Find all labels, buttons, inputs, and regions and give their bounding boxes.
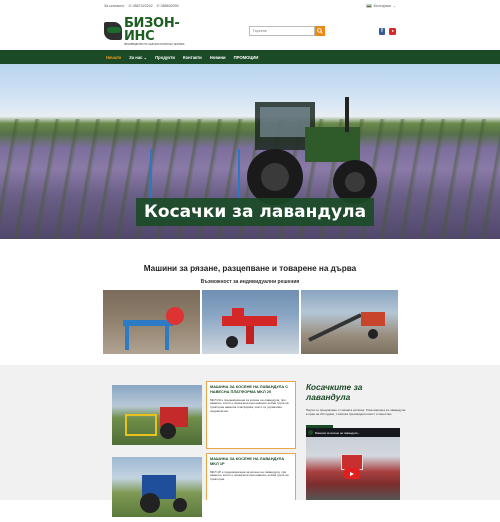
language-label: Български — [373, 4, 391, 8]
logo[interactable]: БИЗОН-ИНС ПРОИЗВОДСТВО НА СЕЛСКОСТОПАНСК… — [104, 17, 194, 46]
nav-item-products[interactable]: Продукти — [151, 55, 179, 60]
chevron-down-icon: ⌄ — [392, 4, 396, 8]
main-nav: Начало За нас ⌄ Продукти Контакти Новини… — [0, 50, 500, 64]
nav-item-promotions[interactable]: ПРОМОЦИИ — [230, 55, 263, 60]
nav-item-news[interactable]: Новини — [206, 55, 230, 60]
product-card-1[interactable]: МАШИНА ЗА КОСЕНЕ НА ЛАВАНДУЛА С НАВЕСНА … — [206, 381, 296, 449]
nav-item-about[interactable]: За нас ⌄ — [125, 55, 151, 60]
search-input[interactable] — [248, 26, 315, 36]
log-loader-illustration — [307, 312, 385, 342]
language-selector[interactable]: Български ⌄ — [365, 4, 396, 8]
phone-link-1[interactable]: ✆ 0887422242 — [129, 4, 153, 8]
gallery-photo-log-splitter[interactable] — [201, 290, 299, 354]
lavender-info-title: Косачките за лавандула — [306, 382, 363, 402]
top-contacts: За контакти: ✆ 0887422242 ✆ 088832090 — [104, 4, 179, 8]
log-splitter-illustration — [221, 308, 277, 348]
logo-text: БИЗОН-ИНС ПРОИЗВОДСТВО НА СЕЛСКОСТОПАНСК… — [124, 17, 194, 46]
header: БИЗОН-ИНС ПРОИЗВОДСТВО НА СЕЛСКОСТОПАНСК… — [0, 12, 500, 50]
product-card-text: MKЛ 1Р е предназначена за косене на лава… — [210, 469, 289, 482]
card-image-tractor-platform[interactable] — [112, 385, 202, 445]
tractor-platform-illustration — [125, 407, 188, 439]
tractor-image — [247, 97, 377, 205]
saw-machine-illustration — [122, 307, 184, 350]
product-card-title[interactable]: МАШИНА ЗА КОСЕНЕ НА ЛАВАНДУЛА MKЛ 1Р — [210, 456, 292, 467]
youtube-video-embed[interactable]: Машина за косене на лавандула... — [306, 428, 400, 500]
channel-avatar — [308, 430, 313, 435]
facebook-icon[interactable]: f — [379, 27, 385, 35]
search-box — [248, 26, 325, 36]
video-title: Машина за косене на лавандула... — [315, 430, 360, 435]
product-card-text: MKЛ 20 е предназначена за косене на лава… — [210, 397, 289, 413]
product-card-title[interactable]: МАШИНА ЗА КОСЕНЕ НА ЛАВАНДУЛА С НАВЕСНА … — [210, 384, 292, 395]
gallery-photo-log-loader[interactable] — [300, 290, 398, 354]
nav-item-contacts[interactable]: Контакти — [179, 55, 206, 60]
social-links: f — [379, 27, 396, 35]
blue-tractor-illustration — [140, 475, 187, 513]
logo-name: БИЗОН-ИНС — [123, 15, 180, 44]
play-icon[interactable] — [344, 468, 360, 479]
search-icon — [316, 28, 323, 34]
card-image-blue-tractor[interactable] — [112, 457, 202, 517]
bison-logo-icon — [104, 22, 122, 40]
lavender-info-text: Научи се предлагаме от нашата косачка. Т… — [306, 408, 406, 416]
youtube-icon[interactable] — [389, 27, 396, 35]
top-bar: За контакти: ✆ 0887422242 ✆ 088832090 Бъ… — [0, 0, 500, 12]
phone-link-2[interactable]: ✆ 088832090 — [157, 4, 179, 8]
contacts-label: За контакти: — [104, 4, 125, 8]
product-card-2[interactable]: МАШИНА ЗА КОСЕНЕ НА ЛАВАНДУЛА MKЛ 1Р MKЛ… — [206, 453, 296, 500]
lower-section: МАШИНА ЗА КОСЕНЕ НА ЛАВАНДУЛА С НАВЕСНА … — [0, 365, 500, 517]
lavender-info: Косачките за лавандула Научи се предлага… — [306, 382, 406, 435]
section-title: Машини за рязане, разцепване и товарене … — [143, 264, 357, 273]
search-button[interactable] — [314, 26, 325, 36]
video-title-bar: Машина за косене на лавандула... — [306, 428, 400, 437]
nav-item-home[interactable]: Начало — [102, 55, 125, 60]
gallery-photo-saw-machine[interactable] — [102, 290, 200, 354]
bulgarian-flag-icon — [365, 4, 372, 8]
section-subtitle: Възможност за индивидуални решения — [200, 279, 300, 285]
hero-title: Косачки за лавандула — [136, 198, 375, 226]
product-gallery — [0, 290, 500, 354]
hero-banner: Косачки за лавандула — [0, 64, 500, 239]
logo-subtitle: ПРОИЗВОДСТВО НА СЕЛСКОСТОПАНСКА ТЕХНИКА — [123, 42, 185, 46]
